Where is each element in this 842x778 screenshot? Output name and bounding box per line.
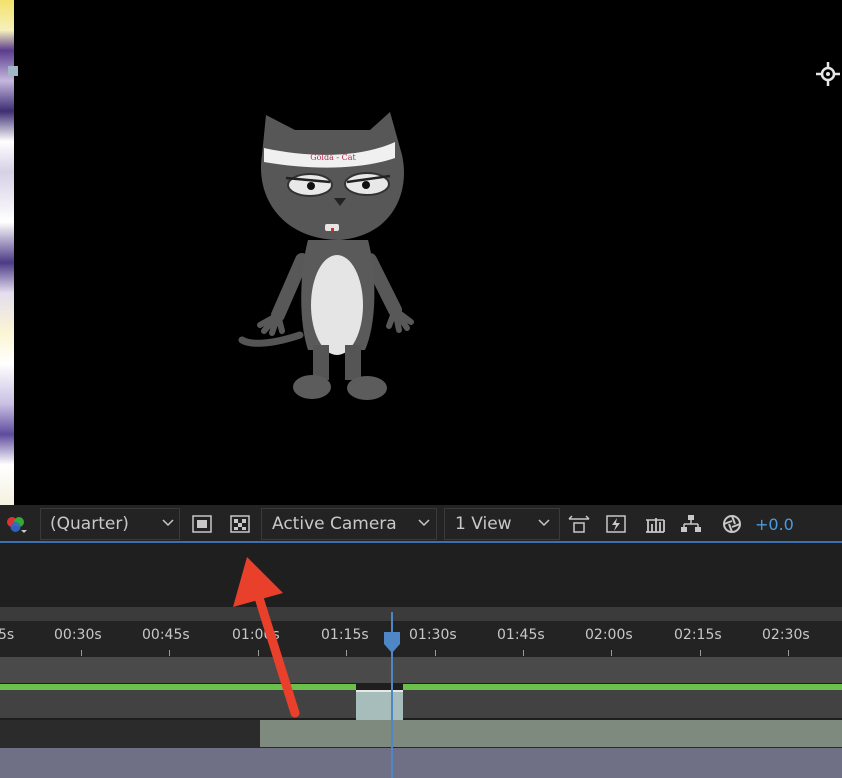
strip-handle[interactable] <box>8 66 18 76</box>
tick-mark <box>81 650 82 656</box>
reset-exposure-icon[interactable] <box>721 514 743 534</box>
tick-label: 01:45s <box>497 627 545 643</box>
time-ruler[interactable]: 5s 00:30s 00:45s 01:00s 01:15s 01:30s 01… <box>0 621 842 657</box>
chevron-down-icon[interactable] <box>538 516 550 528</box>
composition-viewer[interactable]: Golda - Cat <box>0 0 842 505</box>
tick-mark <box>700 650 701 656</box>
exposure-value[interactable]: +0.0 <box>755 505 794 543</box>
tick-mark <box>435 650 436 656</box>
timeline-icon[interactable] <box>644 514 666 534</box>
anchor-point-icon[interactable] <box>814 60 842 88</box>
layer-clip[interactable] <box>356 690 403 720</box>
viewer-toolbar: (Quarter) Active Camera 1 View +0.0 <box>0 505 842 543</box>
tick-label: 01:30s <box>409 627 457 643</box>
tick-label: 01:15s <box>321 627 369 643</box>
annotation-arrow-icon <box>233 557 300 718</box>
work-area-bar[interactable] <box>0 607 842 621</box>
fast-preview-icon[interactable] <box>605 514 627 534</box>
region-of-interest-icon[interactable] <box>191 514 213 534</box>
playhead-handle[interactable] <box>383 630 401 654</box>
camera-label: Active Camera <box>272 514 397 534</box>
headband-text: Golda - Cat <box>310 153 356 162</box>
tick-label: 02:30s <box>762 627 810 643</box>
cat-character[interactable]: Golda - Cat <box>230 100 430 410</box>
chevron-down-icon[interactable] <box>162 516 174 528</box>
layer-track[interactable] <box>0 657 842 683</box>
chevron-down-icon[interactable] <box>418 516 430 528</box>
toggle-pixel-aspect-icon[interactable] <box>568 514 590 534</box>
tick-mark <box>788 650 789 656</box>
tick-label: 02:00s <box>585 627 633 643</box>
timeline-header <box>0 545 842 607</box>
tick-mark <box>169 650 170 656</box>
layer-bar[interactable] <box>260 720 842 747</box>
tick-label: 00:45s <box>142 627 190 643</box>
tick-label: 02:15s <box>674 627 722 643</box>
layer-track[interactable] <box>0 690 842 718</box>
tick-label: 5s <box>0 627 15 643</box>
tick-mark <box>611 650 612 656</box>
tick-mark <box>346 650 347 656</box>
view-layout-label: 1 View <box>455 514 512 534</box>
rgb-channel-icon[interactable] <box>5 514 27 534</box>
flowchart-icon[interactable] <box>680 514 702 534</box>
after-effects-window: Golda - Cat (Quarter) Active Camera 1 Vi… <box>0 0 842 778</box>
resolution-label: (Quarter) <box>50 514 129 534</box>
layer-track[interactable] <box>0 748 842 778</box>
transparency-grid-icon[interactable] <box>229 514 251 534</box>
tick-mark <box>523 650 524 656</box>
tick-label: 00:30s <box>54 627 102 643</box>
